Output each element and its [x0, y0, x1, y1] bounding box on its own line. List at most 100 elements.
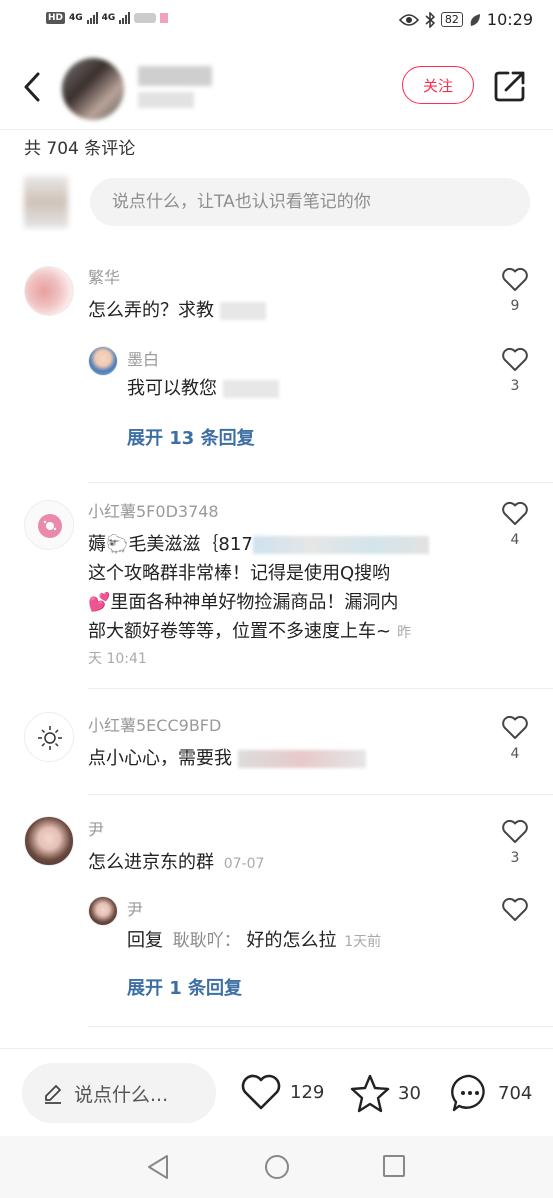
- blurred-text: [222, 380, 279, 398]
- signal-icon-2: [119, 12, 131, 24]
- collect-count: 30: [398, 1082, 421, 1104]
- like-count: 9: [510, 298, 520, 314]
- divider: [88, 794, 553, 795]
- reply-username[interactable]: 墨白: [127, 346, 159, 370]
- heart-icon: [502, 501, 528, 525]
- signal-icon: [86, 12, 98, 24]
- bluetooth-icon: [425, 11, 435, 28]
- expand-replies-button[interactable]: 展开 1 条回复: [127, 974, 242, 1000]
- triangle-back-icon: [148, 1155, 168, 1179]
- comment-button[interactable]: 704: [450, 1073, 532, 1113]
- heart-icon: [502, 267, 528, 291]
- clock: 10:29: [486, 10, 533, 29]
- author-name-blurred[interactable]: [138, 66, 212, 86]
- comment-bubble-icon: [451, 1074, 485, 1112]
- like-button[interactable]: 4: [500, 500, 530, 548]
- reply-prefix: 回复: [127, 930, 163, 951]
- blurred-text: [219, 302, 266, 320]
- comment-item: 尹 怎么进京东的群 07-07 3 尹 回复 耿耿吖： 好的怎么拉 1天前 展开…: [0, 810, 553, 1030]
- battery-indicator: 82: [440, 12, 463, 27]
- comment-text-content: 部大额好卷等等，位置不多速度上车~: [88, 621, 392, 642]
- comment-username[interactable]: 小红薯5ECC9BFD: [88, 712, 221, 736]
- heart-icon: [502, 819, 528, 843]
- share-button[interactable]: [492, 68, 528, 104]
- avatar[interactable]: [24, 266, 74, 316]
- circle-home-icon: [265, 1155, 289, 1179]
- bottom-comment-input[interactable]: 说点什么...: [22, 1063, 216, 1123]
- comment-username[interactable]: 尹: [88, 816, 104, 840]
- like-button[interactable]: 3: [500, 346, 530, 394]
- like-count: 4: [510, 746, 520, 762]
- comment-text-content: 怎么弄的？求教: [88, 300, 214, 321]
- bottom-input-placeholder: 说点什么...: [74, 1083, 169, 1106]
- comment-text: 怎么进京东的群 07-07: [88, 848, 264, 879]
- leaf-icon: [470, 13, 480, 26]
- donut-icon: [38, 514, 62, 538]
- comment-text: 薅🐑毛美滋滋｛817 这个攻略群非常棒！记得是使用Q搜哟 💕里面各种神单好物捡漏…: [88, 530, 488, 670]
- like-count: 3: [510, 850, 520, 866]
- like-button[interactable]: [500, 896, 530, 922]
- comment-text-content: 薅🐑毛美滋滋｛817: [88, 534, 253, 555]
- like-button[interactable]: 4: [500, 714, 530, 762]
- blurred-text: [237, 750, 366, 768]
- comment-time: 昨: [397, 625, 412, 641]
- heart-icon: [502, 897, 528, 921]
- blurred-text: [252, 536, 429, 554]
- avatar[interactable]: [88, 896, 118, 926]
- comment-input[interactable]: 说点什么，让TA也认识看笔记的你: [90, 178, 530, 226]
- comment-text-line-3: 💕里面各种神单好物捡漏商品！漏洞内: [88, 592, 399, 613]
- follow-button[interactable]: 关注: [402, 66, 474, 104]
- divider: [88, 482, 553, 483]
- like-button[interactable]: 9: [500, 266, 530, 314]
- like-count: 3: [510, 378, 520, 394]
- comment-item: 小红薯5F0D3748 薅🐑毛美滋滋｛817 这个攻略群非常棒！记得是使用Q搜哟…: [0, 490, 553, 689]
- bottom-action-bar: 说点什么... 129 30 704: [0, 1048, 553, 1136]
- like-post-button[interactable]: 129: [240, 1073, 324, 1111]
- eye-icon: [398, 13, 419, 26]
- heart-icon: [241, 1074, 281, 1110]
- heart-icon: [502, 347, 528, 371]
- comment-text-content: 怎么进京东的群: [88, 852, 214, 873]
- nav-recents-button[interactable]: [382, 1154, 406, 1182]
- notification-icon-2: [160, 13, 169, 23]
- nav-home-button[interactable]: [264, 1154, 290, 1184]
- reply-username[interactable]: 尹: [127, 896, 143, 920]
- post-like-count: 129: [290, 1081, 325, 1103]
- network-label-2: 4G: [101, 13, 116, 23]
- comment-text-line-4: 部大额好卷等等，位置不多速度上车~ 昨: [88, 617, 488, 648]
- comment-username[interactable]: 繁华: [88, 264, 120, 288]
- reply-text: 回复 耿耿吖： 好的怎么拉 1天前: [127, 926, 381, 957]
- comment-username[interactable]: 小红薯5F0D3748: [88, 498, 219, 522]
- reply-text-content: 我可以教您: [127, 378, 217, 399]
- heart-icon: [502, 715, 528, 739]
- avatar[interactable]: [88, 346, 118, 376]
- chevron-left-icon: [24, 72, 40, 102]
- hd-indicator: HD: [46, 12, 66, 24]
- divider: [88, 1026, 553, 1027]
- notification-icon: [134, 13, 157, 23]
- author-subtitle-blurred: [138, 92, 194, 108]
- my-avatar: [24, 176, 68, 228]
- share-icon: [494, 71, 525, 102]
- avatar[interactable]: [24, 712, 74, 762]
- comment-time: 天 10:41: [88, 651, 147, 667]
- divider: [88, 688, 553, 689]
- like-count: 4: [510, 532, 520, 548]
- reply-text: 我可以教您: [127, 374, 279, 403]
- avatar[interactable]: [24, 816, 74, 866]
- expand-replies-button[interactable]: 展开 13 条回复: [127, 424, 255, 450]
- star-icon: [350, 1074, 390, 1113]
- comment-count: 共 704 条评论: [24, 139, 136, 159]
- nav-back-button[interactable]: [146, 1154, 170, 1184]
- comment-text-line-2: 这个攻略群非常棒！记得是使用Q搜哟: [88, 563, 391, 584]
- comment-text-line-1: 薅🐑毛美滋滋｛817: [88, 530, 488, 559]
- author-avatar[interactable]: [62, 58, 124, 120]
- like-button[interactable]: 3: [500, 818, 530, 866]
- reply-date: 1天前: [344, 934, 382, 950]
- avatar[interactable]: [24, 500, 74, 550]
- back-button[interactable]: [16, 66, 52, 108]
- comment-text: 点小心心，需要我: [88, 744, 366, 773]
- collect-button[interactable]: 30: [350, 1073, 421, 1113]
- comment-item: 繁华 怎么弄的？求教 9 墨白 我可以教您 3 展开 13 条回复: [0, 256, 553, 484]
- reply-to-user[interactable]: 耿耿吖：: [173, 931, 241, 951]
